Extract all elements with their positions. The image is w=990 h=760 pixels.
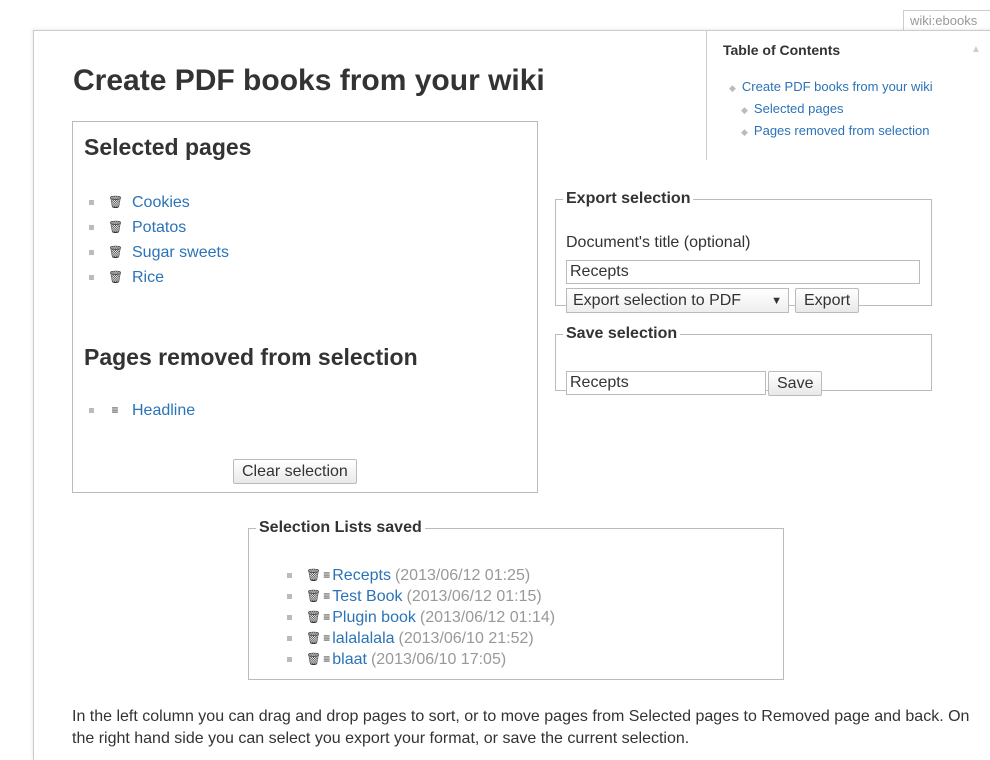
toc-toggle-icon[interactable]: ▲ (971, 44, 981, 55)
bullet-icon (287, 636, 292, 641)
bullet-icon: ◆ (729, 83, 736, 93)
bullet-icon (89, 200, 94, 205)
clear-selection-button[interactable]: Clear selection (233, 459, 357, 484)
toc-link[interactable]: Selected pages (754, 101, 844, 116)
load-list-icon[interactable]: ≡ (323, 607, 330, 628)
page-link[interactable]: Rice (132, 265, 164, 290)
page-link[interactable]: Headline (132, 398, 195, 423)
saved-list-link[interactable]: Test Book (332, 586, 402, 607)
saved-lists: 🗑 ≡ Recepts (2013/06/12 01:25) 🗑 ≡ Test Book(… (287, 565, 555, 670)
list-item: 🗑 ≡ Test Book (2013/06/12 01:15) (287, 586, 555, 607)
saved-lists-legend: Selection Lists saved (259, 519, 422, 536)
bullet-icon: ◆ (741, 105, 748, 115)
page-link[interactable]: Potatos (132, 215, 186, 240)
list-item: 🗑 ≡ blaat (2013/06/10 17:05) (287, 649, 555, 670)
page-link[interactable]: Sugar sweets (132, 240, 229, 265)
saved-list-date: (2013/06/10 21:52) (398, 630, 534, 647)
instructions-text: In the left column you can drag and drop… (72, 708, 970, 747)
list-item[interactable]: 🗑 Sugar sweets (89, 240, 229, 265)
toc-item: ◆ Selected pages (729, 98, 933, 120)
saved-list-date: (2013/06/12 01:15) (406, 588, 542, 605)
toc-list: ◆ Create PDF books from your wiki ◆ Select… (729, 76, 933, 142)
saved-list-link[interactable]: lalalalala (332, 628, 394, 649)
list-item: 🗑 ≡ Recepts (2013/06/12 01:25) (287, 565, 555, 586)
load-list-icon[interactable]: ≡ (323, 628, 330, 649)
list-item: 🗑 ≡ Plugin book (2013/06/12 01:14) (287, 607, 555, 628)
export-format-select[interactable]: Export selection to PDF ▼ (566, 288, 789, 313)
load-list-icon[interactable]: ≡ (323, 649, 330, 670)
list-item[interactable]: 🗑 Rice (89, 265, 229, 290)
bullet-icon: ◆ (741, 127, 748, 137)
bullet-icon (287, 615, 292, 620)
toc-item: ◆ Pages removed from selection (729, 120, 933, 142)
removed-pages-heading: Pages removed from selection (84, 344, 418, 370)
page-id-tab: wiki:ebooks (903, 10, 990, 32)
trash-icon[interactable]: 🗑 (306, 628, 321, 649)
trash-icon[interactable]: 🗑 (108, 240, 123, 265)
bullet-icon (89, 250, 94, 255)
toc-heading[interactable]: Table of Contents (723, 42, 840, 58)
save-button[interactable]: Save (768, 371, 823, 396)
bullet-icon (287, 573, 292, 578)
bullet-icon (89, 275, 94, 280)
export-selection-fieldset: Export selection Document's title (optio… (555, 190, 932, 313)
bullet-icon (287, 594, 292, 599)
selected-pages-heading: Selected pages (84, 134, 252, 160)
saved-list-date: (2013/06/12 01:14) (419, 609, 556, 626)
trash-icon[interactable]: 🗑 (306, 586, 321, 607)
list-item[interactable]: 🗑 Cookies (89, 190, 229, 215)
page-selection-box: Selected pages 🗑 Cookies 🗑 Potatos 🗑 Sugar … (72, 121, 538, 493)
saved-list-link[interactable]: Recepts (332, 565, 391, 586)
bullet-icon (287, 657, 292, 662)
page-link[interactable]: Cookies (132, 190, 190, 215)
load-list-icon[interactable]: ≡ (323, 586, 330, 607)
document-title-input[interactable]: Recepts (566, 260, 920, 284)
list-item[interactable]: 🗑 Potatos (89, 215, 229, 240)
trash-icon[interactable]: 🗑 (108, 190, 123, 215)
selection-name-input[interactable]: Recepts (566, 371, 766, 395)
bullet-icon (89, 408, 94, 413)
list-item: 🗑 ≡ lalalalala (2013/06/10 21:52) (287, 628, 555, 649)
trash-icon[interactable]: 🗑 (108, 215, 123, 240)
chevron-down-icon: ▼ (771, 294, 782, 307)
saved-list-link[interactable]: blaat (332, 649, 367, 670)
saved-lists-fieldset: Selection Lists saved 🗑 ≡ Recepts (2013/06/… (248, 519, 784, 680)
document-title-label: Document's title (optional) (566, 234, 751, 251)
load-list-icon[interactable]: ≡ (323, 565, 330, 586)
removed-pages-list: ≡ Headline (89, 398, 195, 423)
trash-icon[interactable]: 🗑 (306, 649, 321, 670)
export-button[interactable]: Export (795, 288, 860, 313)
bullet-icon (89, 225, 94, 230)
saved-list-link[interactable]: Plugin book (332, 607, 416, 628)
export-format-value: Export selection to PDF (573, 291, 742, 309)
trash-icon[interactable]: 🗑 (306, 607, 321, 628)
trash-icon[interactable]: 🗑 (306, 565, 321, 586)
selected-pages-list: 🗑 Cookies 🗑 Potatos 🗑 Sugar sweets 🗑 Rice (89, 190, 229, 290)
toc-item: ◆ Create PDF books from your wiki (729, 76, 933, 98)
table-of-contents: Table of Contents ▲ ◆ Create PDF books fr… (706, 30, 990, 160)
restore-icon[interactable]: ≡ (108, 398, 122, 423)
toc-link[interactable]: Create PDF books from your wiki (742, 79, 933, 94)
saved-list-date: (2013/06/12 01:25) (394, 567, 531, 584)
toc-link[interactable]: Pages removed from selection (754, 123, 930, 138)
list-item[interactable]: ≡ Headline (89, 398, 195, 423)
trash-icon[interactable]: 🗑 (108, 265, 123, 290)
saved-list-date: (2013/06/10 17:05) (370, 651, 507, 668)
page-title: Create PDF books from your wiki (73, 64, 545, 97)
save-selection-fieldset: Save selection Recepts Save (555, 325, 932, 396)
save-legend: Save selection (566, 325, 678, 342)
export-legend: Export selection (566, 190, 691, 207)
